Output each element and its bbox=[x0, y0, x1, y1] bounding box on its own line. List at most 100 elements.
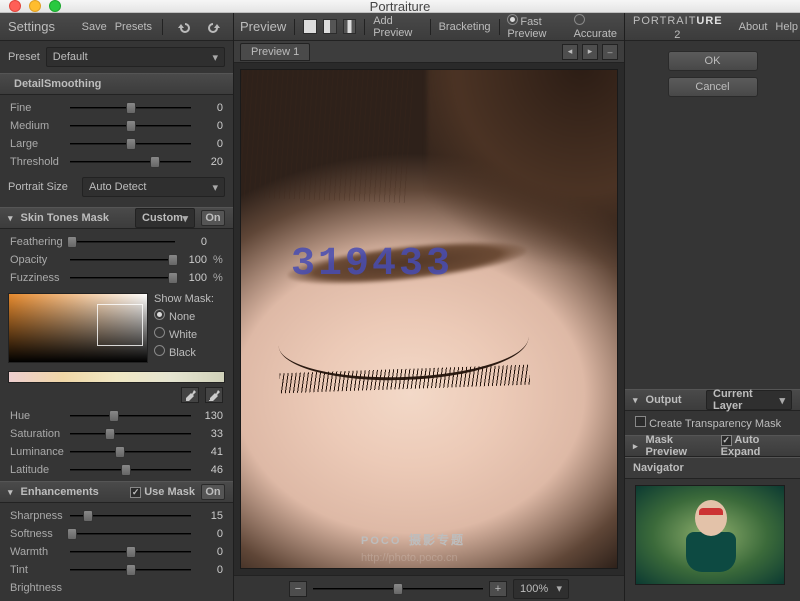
softness-value: 0 bbox=[197, 528, 223, 540]
ok-button[interactable]: OK bbox=[668, 51, 758, 71]
hue-strip[interactable] bbox=[8, 371, 225, 383]
opacity-slider[interactable] bbox=[70, 253, 175, 267]
skin-tones-title: Skin Tones Mask bbox=[21, 212, 109, 224]
help-link[interactable]: Help bbox=[775, 21, 798, 33]
fine-value: 0 bbox=[197, 102, 223, 114]
sharpness-slider[interactable] bbox=[70, 509, 191, 523]
fine-label: Fine bbox=[10, 102, 64, 114]
portrait-size-label: Portrait Size bbox=[8, 181, 76, 193]
luminance-slider[interactable] bbox=[70, 445, 191, 459]
warmth-slider[interactable] bbox=[70, 545, 191, 559]
hue-value: 130 bbox=[197, 410, 223, 422]
sharpness-value: 15 bbox=[197, 510, 223, 522]
fine-slider[interactable] bbox=[70, 101, 191, 115]
fuzziness-slider[interactable] bbox=[70, 271, 175, 285]
zoom-window-button[interactable] bbox=[49, 0, 61, 12]
eyedropper-icon[interactable] bbox=[181, 387, 199, 403]
about-link[interactable]: About bbox=[739, 21, 768, 33]
tab-next-icon[interactable]: ▸ bbox=[582, 44, 598, 60]
presets-link[interactable]: Presets bbox=[115, 21, 152, 33]
softness-slider[interactable] bbox=[70, 527, 191, 541]
mask-none-radio[interactable]: None bbox=[154, 309, 214, 323]
eyedropper-minus-icon[interactable] bbox=[205, 387, 223, 403]
output-title: Output bbox=[646, 394, 682, 406]
skin-on-toggle[interactable]: On bbox=[201, 210, 225, 226]
preview-title: Preview bbox=[240, 19, 286, 34]
watermark-url: http://photo.poco.cn bbox=[361, 552, 458, 564]
portrait-size-dropdown[interactable]: Auto Detect bbox=[82, 177, 225, 197]
saturation-label: Saturation bbox=[10, 428, 64, 440]
large-label: Large bbox=[10, 138, 64, 150]
zoom-dropdown[interactable]: 100% bbox=[513, 579, 569, 599]
right-panel: PORTRAITURE 2 About Help OK Cancel ▾Outp… bbox=[625, 13, 800, 601]
medium-value: 0 bbox=[197, 120, 223, 132]
settings-panel: Settings Save Presets Preset Default Det… bbox=[0, 13, 234, 601]
preset-label: Preset bbox=[8, 51, 40, 63]
preview-panel: Preview Add Preview Bracketing Fast Prev… bbox=[234, 13, 625, 601]
tab-close-icon[interactable]: – bbox=[602, 44, 618, 60]
accurate-radio[interactable]: Accurate bbox=[574, 14, 618, 40]
opacity-value: 100 bbox=[181, 254, 207, 266]
window-title: Portraiture bbox=[370, 0, 431, 14]
skin-mode-dropdown[interactable]: Custom bbox=[135, 208, 195, 228]
navigator-title: Navigator bbox=[633, 462, 684, 474]
bracketing-link[interactable]: Bracketing bbox=[439, 21, 491, 33]
latitude-slider[interactable] bbox=[70, 463, 191, 477]
show-mask-label: Show Mask: bbox=[154, 293, 214, 305]
mask-preview-title: Mask Preview bbox=[646, 434, 709, 458]
enhancements-on-toggle[interactable]: On bbox=[201, 484, 225, 500]
hue-label: Hue bbox=[10, 410, 64, 422]
output-dropdown[interactable]: Current Layer bbox=[706, 390, 792, 410]
use-mask-checkbox[interactable]: ✓ Use Mask bbox=[130, 486, 195, 498]
medium-slider[interactable] bbox=[70, 119, 191, 133]
close-window-button[interactable] bbox=[9, 0, 21, 12]
feathering-label: Feathering bbox=[10, 236, 64, 248]
color-picker[interactable] bbox=[8, 293, 148, 363]
minimize-window-button[interactable] bbox=[29, 0, 41, 12]
sharpness-label: Sharpness bbox=[10, 510, 64, 522]
latitude-label: Latitude bbox=[10, 464, 64, 476]
auto-expand-checkbox[interactable]: ✓ Auto Expand bbox=[721, 434, 792, 458]
brightness-label: Brightness bbox=[10, 582, 64, 594]
preview-image: 319433 POCO 摄影专题 http://photo.poco.cn bbox=[240, 69, 618, 569]
threshold-value: 20 bbox=[197, 156, 223, 168]
feathering-slider[interactable] bbox=[70, 235, 175, 249]
zoom-slider[interactable] bbox=[313, 582, 483, 596]
preview-canvas[interactable]: 319433 POCO 摄影专题 http://photo.poco.cn bbox=[234, 63, 624, 575]
latitude-value: 46 bbox=[197, 464, 223, 476]
fast-preview-radio[interactable]: Fast Preview bbox=[507, 14, 567, 40]
undo-icon[interactable] bbox=[173, 18, 195, 36]
redo-icon[interactable] bbox=[203, 18, 225, 36]
fuzziness-label: Fuzziness bbox=[10, 272, 64, 284]
detail-smoothing-title: DetailSmoothing bbox=[14, 78, 101, 90]
zoom-in-button[interactable]: + bbox=[489, 581, 507, 597]
titlebar: Portraiture bbox=[0, 0, 800, 13]
add-preview-link[interactable]: Add Preview bbox=[373, 15, 422, 39]
view-side-icon[interactable] bbox=[343, 19, 357, 34]
preset-dropdown[interactable]: Default bbox=[46, 47, 225, 67]
preview-tab-1[interactable]: Preview 1 bbox=[240, 43, 310, 61]
mask-white-radio[interactable]: White bbox=[154, 327, 214, 341]
luminance-value: 41 bbox=[197, 446, 223, 458]
saturation-slider[interactable] bbox=[70, 427, 191, 441]
view-split-icon[interactable] bbox=[323, 19, 337, 34]
settings-title: Settings bbox=[8, 19, 55, 34]
create-transparency-checkbox[interactable]: Create Transparency Mask bbox=[635, 416, 781, 430]
medium-label: Medium bbox=[10, 120, 64, 132]
hue-slider[interactable] bbox=[70, 409, 191, 423]
fuzziness-value: 100 bbox=[181, 272, 207, 284]
zoom-out-button[interactable]: − bbox=[289, 581, 307, 597]
saturation-value: 33 bbox=[197, 428, 223, 440]
tab-prev-icon[interactable]: ◂ bbox=[562, 44, 578, 60]
threshold-label: Threshold bbox=[10, 156, 64, 168]
threshold-slider[interactable] bbox=[70, 155, 191, 169]
view-single-icon[interactable] bbox=[303, 19, 317, 34]
navigator-thumbnail[interactable] bbox=[635, 485, 785, 585]
tint-slider[interactable] bbox=[70, 563, 191, 577]
mask-black-radio[interactable]: Black bbox=[154, 345, 214, 359]
tint-value: 0 bbox=[197, 564, 223, 576]
save-preset-link[interactable]: Save bbox=[82, 21, 107, 33]
large-slider[interactable] bbox=[70, 137, 191, 151]
opacity-label: Opacity bbox=[10, 254, 64, 266]
cancel-button[interactable]: Cancel bbox=[668, 77, 758, 97]
